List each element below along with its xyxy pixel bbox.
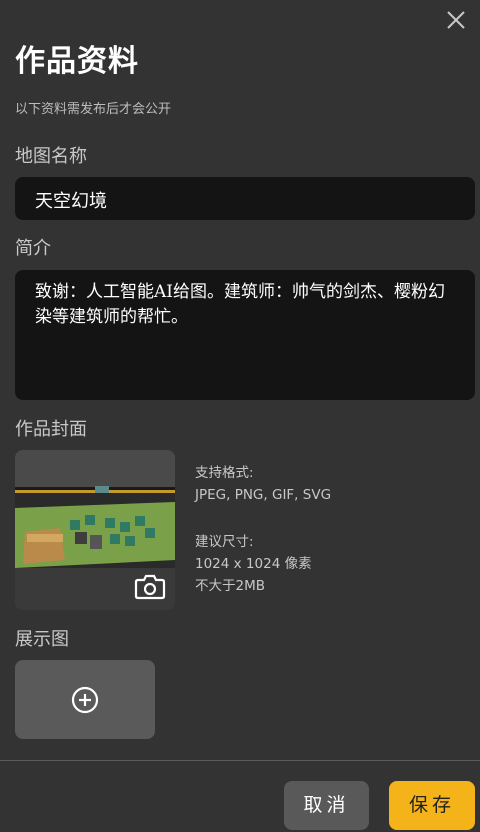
description-textarea[interactable]: 致谢：人工智能AI给图。建筑师：帅气的剑杰、樱粉幻染等建筑师的帮忙。 [15,270,475,400]
formats-value: JPEG, PNG, GIF, SVG [195,487,332,503]
size-value: 1024 x 1024 像素 [195,556,312,572]
footer-divider [0,760,480,761]
add-showcase-button[interactable] [15,660,155,739]
cancel-button[interactable]: 取消 [284,781,369,830]
cover-image-upload[interactable] [15,450,175,610]
map-name-label: 地图名称 [15,146,87,167]
camera-icon [134,574,166,600]
max-size-text: 不大于2MB [195,578,265,594]
dialog-subtitle: 以下资料需发布后才会公开 [15,102,172,117]
size-label: 建议尺寸: [195,534,254,550]
save-button[interactable]: 保存 [389,781,475,830]
close-icon [447,11,465,29]
cover-label: 作品封面 [15,419,87,440]
description-label: 简介 [15,238,51,259]
dialog-title: 作品资料 [15,44,139,79]
showcase-label: 展示图 [15,629,69,650]
map-name-input[interactable]: 天空幻境 [15,177,475,220]
formats-label: 支持格式: [195,465,254,481]
close-button[interactable] [444,8,468,32]
add-circle-icon [71,686,99,714]
